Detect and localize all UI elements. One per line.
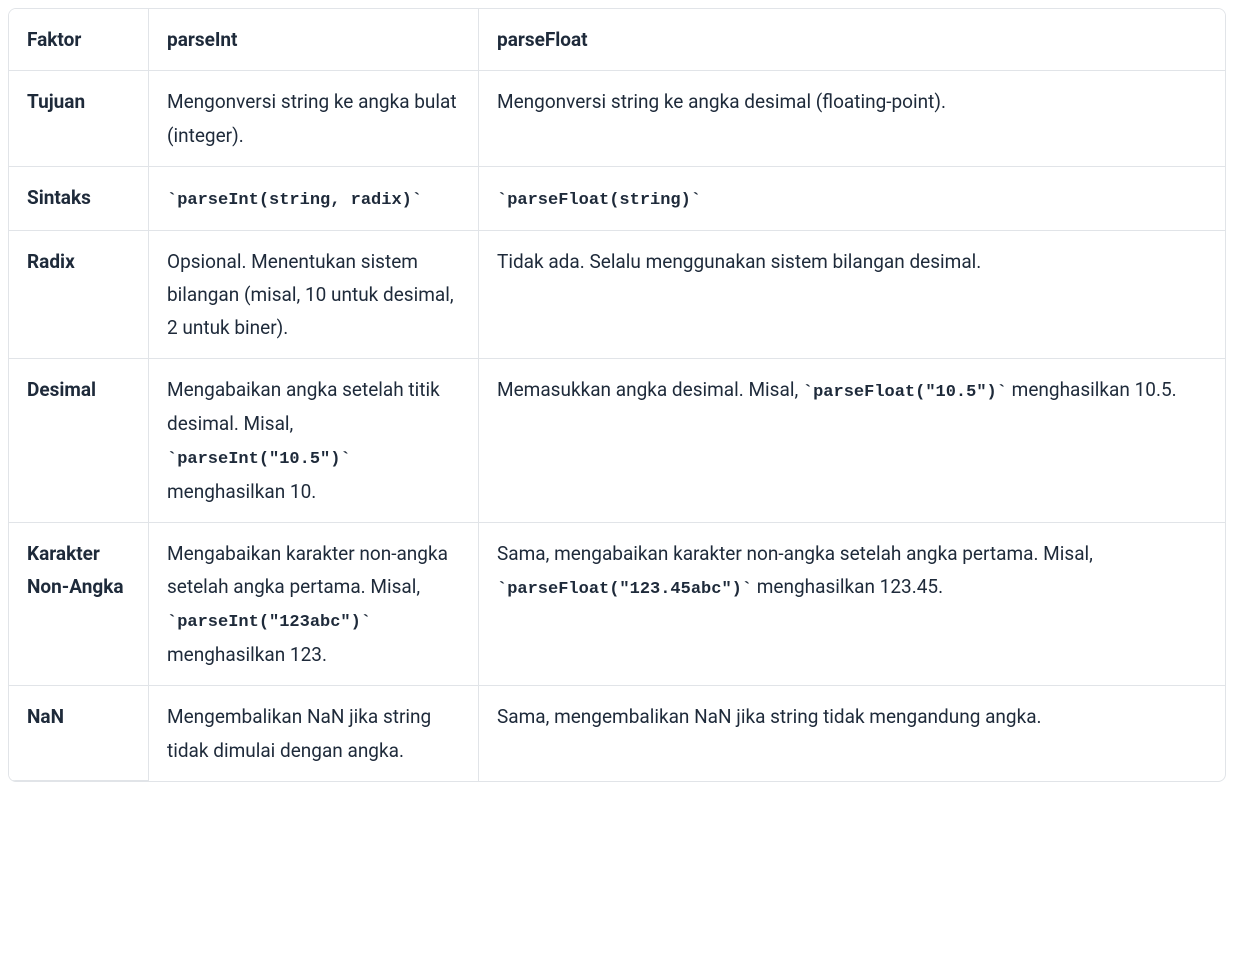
cell-parsefloat: Tidak ada. Selalu menggunakan sistem bil… bbox=[479, 231, 1225, 360]
cell-text: menghasilkan 123.45. bbox=[752, 575, 943, 598]
table-row: RadixOpsional. Menentukan sistem bilanga… bbox=[9, 231, 1225, 360]
cell-parsefloat: Mengonversi string ke angka desimal (flo… bbox=[479, 71, 1225, 167]
table-row: Sintaks parseInt(string, radix) parseFloat… bbox=[9, 167, 1225, 231]
header-parsefloat: parseFloat bbox=[479, 9, 1225, 71]
cell-parsefloat: Memasukkan angka desimal. Misal, parseFl… bbox=[479, 359, 1225, 523]
comparison-table: Faktor parseInt parseFloat Tujuan Mengonv… bbox=[8, 8, 1226, 782]
row-factor-label: Desimal bbox=[9, 359, 149, 523]
row-factor-label: Radix bbox=[9, 231, 149, 360]
cell-parsefloat: Sama, mengabaikan karakter non-angka set… bbox=[479, 523, 1225, 687]
inline-code: parseInt("123abc") bbox=[167, 613, 371, 632]
cell-text: Opsional. Menentukan sistem bilangan (mi… bbox=[167, 250, 454, 340]
cell-text: Tidak ada. Selalu menggunakan sistem bil… bbox=[497, 250, 981, 273]
cell-parsefloat: Sama, mengembalikan NaN jika string tida… bbox=[479, 686, 1225, 781]
cell-text: Mengabaikan angka setelah titik desimal.… bbox=[167, 378, 440, 434]
row-factor-label: NaN bbox=[9, 686, 149, 781]
cell-text: Sama, mengabaikan karakter non-angka set… bbox=[497, 542, 1093, 565]
cell-parseint: Mengabaikan angka setelah titik desimal.… bbox=[149, 359, 479, 523]
table-row: Tujuan Mengonversi string ke angka bulat … bbox=[9, 71, 1225, 167]
cell-text: Mengonversi string ke angka bulat (integ… bbox=[167, 90, 457, 146]
cell-parseint: parseInt(string, radix) bbox=[149, 167, 479, 231]
row-factor-label: Sintaks bbox=[9, 167, 149, 231]
inline-code: parseFloat("10.5") bbox=[803, 383, 1007, 402]
table-header-row: Faktor parseInt parseFloat bbox=[9, 9, 1225, 71]
cell-text: Sama, mengembalikan NaN jika string tida… bbox=[497, 705, 1042, 728]
cell-parseint: Mengonversi string ke angka bulat (integ… bbox=[149, 71, 479, 167]
cell-text: menghasilkan 10.5. bbox=[1007, 378, 1177, 401]
row-factor-label: Tujuan bbox=[9, 71, 149, 167]
cell-parseint: Opsional. Menentukan sistem bilangan (mi… bbox=[149, 231, 479, 360]
table-body: Tujuan Mengonversi string ke angka bulat … bbox=[9, 71, 1225, 781]
inline-code: parseInt(string, radix) bbox=[167, 191, 422, 210]
cell-text: Mengembalikan NaN jika string tidak dimu… bbox=[167, 705, 431, 761]
cell-parseint: Mengembalikan NaN jika string tidak dimu… bbox=[149, 686, 479, 781]
header-factor: Faktor bbox=[9, 9, 149, 71]
cell-parsefloat: parseFloat(string) bbox=[479, 167, 1225, 231]
table-row: Karakter Non-Angka Mengabaikan karakter n… bbox=[9, 523, 1225, 687]
cell-text: Memasukkan angka desimal. Misal, bbox=[497, 378, 803, 401]
table-row: Desimal Mengabaikan angka setelah titik d… bbox=[9, 359, 1225, 523]
cell-text: Mengabaikan karakter non-angka setelah a… bbox=[167, 542, 448, 598]
cell-text: Mengonversi string ke angka desimal (flo… bbox=[497, 90, 946, 113]
cell-text: menghasilkan 10. bbox=[167, 480, 316, 503]
inline-code: parseFloat(string) bbox=[497, 191, 701, 210]
inline-code: parseInt("10.5") bbox=[167, 450, 351, 469]
row-factor-label: Karakter Non-Angka bbox=[9, 523, 149, 687]
cell-parseint: Mengabaikan karakter non-angka setelah a… bbox=[149, 523, 479, 687]
header-parseint: parseInt bbox=[149, 9, 479, 71]
cell-text: menghasilkan 123. bbox=[167, 643, 327, 666]
table-row: NaN Mengembalikan NaN jika string tidak d… bbox=[9, 686, 1225, 781]
inline-code: parseFloat("123.45abc") bbox=[497, 580, 752, 599]
